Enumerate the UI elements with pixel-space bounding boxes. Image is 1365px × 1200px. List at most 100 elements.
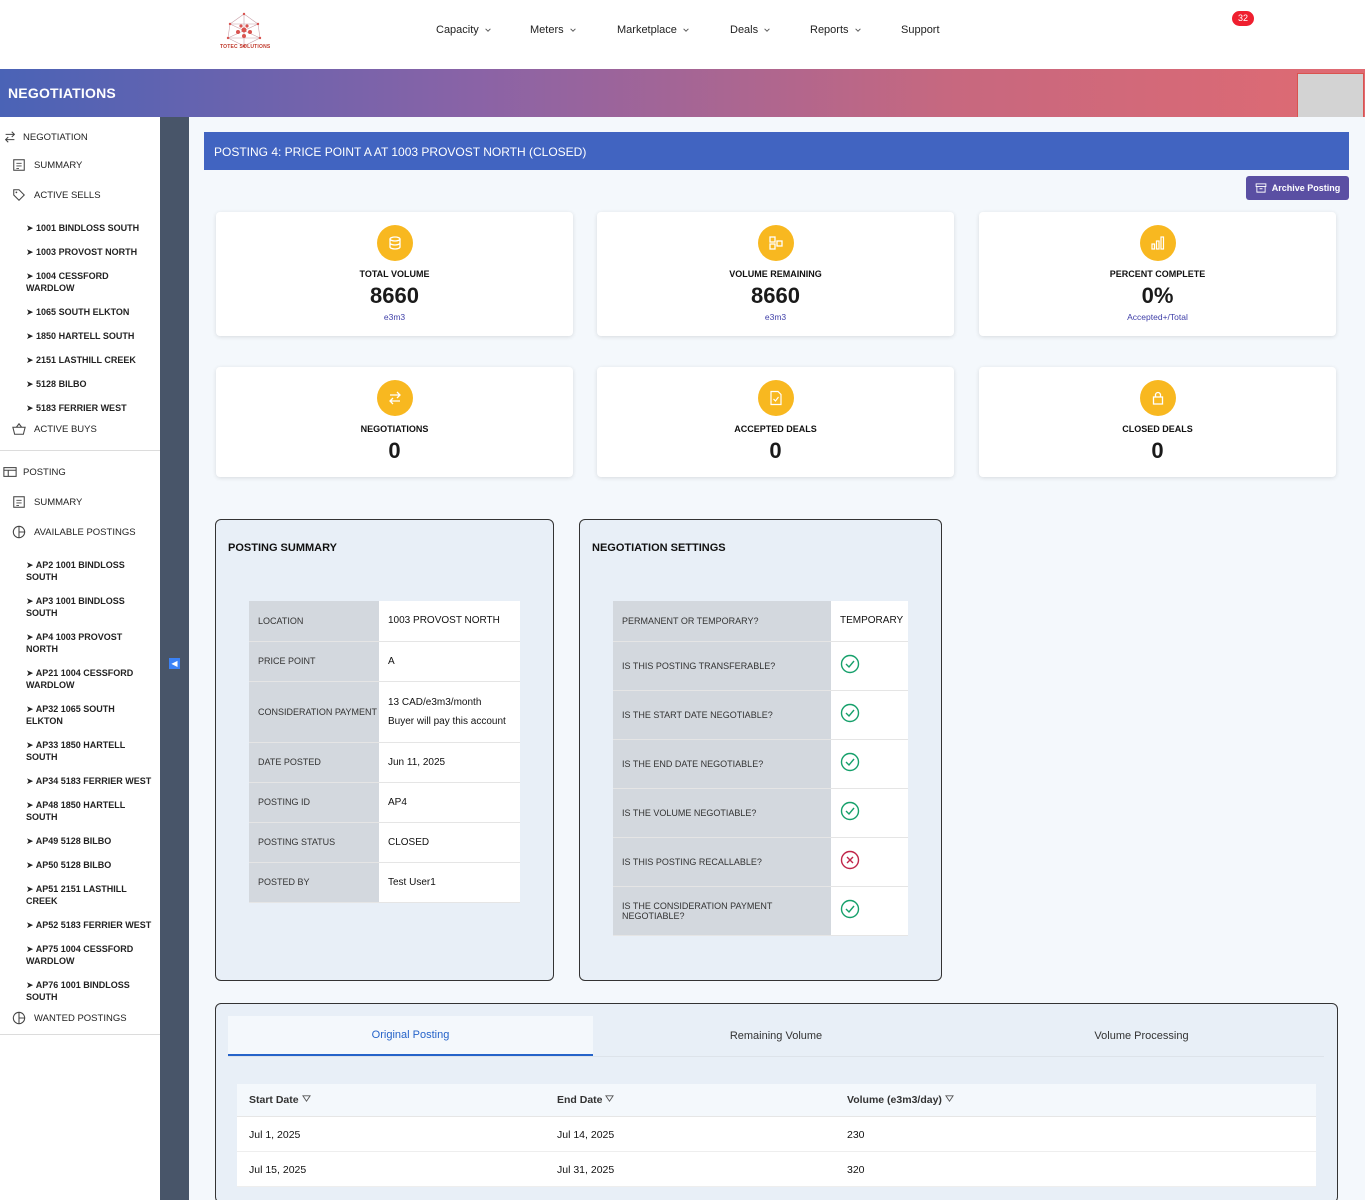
setting-row: IS THIS POSTING RECALLABLE? — [613, 837, 908, 887]
stat-label: CLOSED DEALS — [1122, 424, 1193, 434]
logo-text: TOTEC SOLUTIONS — [220, 44, 271, 50]
sidebar-item-available-posting[interactable]: ➤ AP2 1001 BINDLOSS SOUTH — [26, 559, 152, 583]
cell-end-date: Jul 14, 2025 — [557, 1129, 615, 1141]
collapse-sidebar-icon[interactable]: ◀ — [169, 658, 180, 669]
cell-start-date: Jul 15, 2025 — [249, 1164, 307, 1176]
cell-volume: 320 — [847, 1164, 865, 1176]
sidebar-active-buys[interactable]: ACTIVE BUYS — [12, 422, 97, 436]
summary-value: Jun 11, 2025 — [379, 742, 520, 783]
stat-label: ACCEPTED DEALS — [734, 424, 817, 434]
logout-icon[interactable] — [1263, 12, 1285, 34]
summary-row: DATE POSTED Jun 11, 2025 — [249, 742, 520, 783]
column-header-volume[interactable]: Volume (e3m3/day) — [847, 1094, 954, 1106]
summary-value: 1003 PROVOST NORTH — [379, 601, 520, 642]
nav-label: Capacity — [436, 24, 479, 36]
archive-posting-button[interactable]: Archive Posting — [1246, 176, 1349, 200]
sidebar-item-available-posting[interactable]: ➤ AP51 2151 LASTHILL CREEK — [26, 883, 152, 907]
summary-row: LOCATION 1003 PROVOST NORTH — [249, 601, 520, 642]
sidebar-item-active-sell[interactable]: ➤ 5183 FERRIER WEST — [26, 402, 152, 414]
stat-value: 0 — [388, 438, 401, 463]
sidebar-available-postings[interactable]: AVAILABLE POSTINGS — [12, 525, 136, 539]
setting-key: IS THE END DATE NEGOTIABLE? — [613, 739, 831, 789]
notification-count-badge: 32 — [1232, 11, 1255, 26]
sidebar-item-available-posting[interactable]: ➤ AP34 5183 FERRIER WEST — [26, 775, 152, 787]
sidebar-posting-summary[interactable]: SUMMARY — [12, 495, 82, 509]
summary-row: CONSIDERATION PAYMENT 13 CAD/e3m3/month Bu… — [249, 681, 520, 743]
sidebar-item-active-sell[interactable]: ➤ 1003 PROVOST NORTH — [26, 246, 152, 258]
stat-closed-deals: CLOSED DEALS 0 — [979, 367, 1336, 477]
chevron-down-icon — [764, 28, 770, 32]
sidebar-item-available-posting[interactable]: ➤ AP32 1065 SOUTH ELKTON — [26, 703, 152, 727]
pie-chart-icon — [12, 525, 26, 539]
summary-row: POSTED BY Test User1 — [249, 862, 520, 903]
check-circle-icon — [840, 752, 860, 772]
column-header-start-date[interactable]: Start Date — [249, 1094, 311, 1106]
sidebar-active-sells[interactable]: ACTIVE SELLS — [12, 188, 101, 202]
sidebar-item-available-posting[interactable]: ➤ AP21 1004 CESSFORD WARDLOW — [26, 667, 152, 691]
nav-capacity[interactable]: Capacity — [436, 24, 492, 36]
panel-title: NEGOTIATION SETTINGS — [592, 542, 726, 554]
posting-summary-table: LOCATION 1003 PROVOST NORTH PRICE POINT A … — [249, 601, 520, 903]
nav-label: Support — [901, 24, 940, 36]
sidebar-item-available-posting[interactable]: ➤ AP76 1001 BINDLOSS SOUTH — [26, 979, 152, 1003]
table-row[interactable]: Jul 15, 2025 Jul 31, 2025 320 — [237, 1152, 1316, 1187]
sidebar-item-available-posting[interactable]: ➤ AP49 5128 BILBO — [26, 835, 152, 847]
tab-original-posting[interactable]: Original Posting — [228, 1016, 593, 1056]
table-row[interactable]: Jul 1, 2025 Jul 14, 2025 230 — [237, 1117, 1316, 1152]
sidebar-item-available-posting[interactable]: ➤ AP4 1003 PROVOST NORTH — [26, 631, 152, 655]
setting-row: IS THE VOLUME NEGOTIABLE? — [613, 788, 908, 838]
summary-key: POSTING ID — [249, 782, 379, 823]
sidebar-item-available-posting[interactable]: ➤ AP75 1004 CESSFORD WARDLOW — [26, 943, 152, 967]
setting-value: TEMPORARY — [831, 601, 908, 642]
sidebar-label: SUMMARY — [34, 159, 83, 171]
summary-icon — [13, 159, 25, 171]
basket-icon — [12, 422, 26, 435]
setting-key: IS THIS POSTING RECALLABLE? — [613, 837, 831, 887]
nav-meters[interactable]: Meters — [530, 24, 577, 36]
setting-value-cell — [831, 886, 908, 936]
summary-value: Test User1 — [379, 862, 520, 903]
bar-chart-icon — [1150, 236, 1164, 250]
sidebar-negotiation[interactable]: NEGOTIATION — [3, 130, 88, 144]
sidebar-item-active-sell[interactable]: ➤ 1004 CESSFORD WARDLOW — [26, 270, 152, 294]
sidebar-item-active-sell[interactable]: ➤ 1850 HARTELL SOUTH — [26, 330, 152, 342]
nav-deals[interactable]: Deals — [730, 24, 771, 36]
sidebar-item-active-sell[interactable]: ➤ 2151 LASTHILL CREEK — [26, 354, 152, 366]
cell-start-date: Jul 1, 2025 — [249, 1129, 301, 1141]
sidebar-item-active-sell[interactable]: ➤ 1065 SOUTH ELKTON — [26, 306, 152, 318]
user-avatar[interactable] — [1297, 73, 1364, 119]
sidebar-item-available-posting[interactable]: ➤ AP50 5128 BILBO — [26, 859, 152, 871]
stat-label: NEGOTIATIONS — [360, 424, 429, 434]
sidebar-item-active-sell[interactable]: ➤ 1001 BINDLOSS SOUTH — [26, 222, 152, 234]
stat-unit: Accepted+/Total — [1127, 312, 1188, 322]
tab-volume-processing[interactable]: Volume Processing — [959, 1016, 1324, 1056]
stat-icon-badge — [1139, 225, 1176, 261]
sidebar-item-available-posting[interactable]: ➤ AP48 1850 HARTELL SOUTH — [26, 799, 152, 823]
column-header-end-date[interactable]: End Date — [557, 1094, 615, 1106]
sidebar-item-available-posting[interactable]: ➤ AP52 5183 FERRIER WEST — [26, 919, 152, 931]
tab-remaining-volume[interactable]: Remaining Volume — [593, 1016, 959, 1056]
filter-icon — [605, 1095, 615, 1103]
chevron-down-icon — [485, 28, 491, 32]
nav-support[interactable]: Support — [901, 24, 940, 36]
swap-arrows-icon — [4, 131, 16, 143]
chevron-down-icon — [683, 28, 689, 32]
header-label: Start Date — [249, 1094, 299, 1106]
sidebar-posting[interactable]: POSTING — [3, 465, 66, 479]
stat-value: 0 — [769, 438, 782, 463]
summary-value: 13 CAD/e3m3/month — [388, 696, 482, 708]
nav-marketplace[interactable]: Marketplace — [617, 24, 690, 36]
sidebar-negotiation-summary[interactable]: SUMMARY — [12, 158, 82, 172]
setting-row: IS THIS POSTING TRANSFERABLE? — [613, 641, 908, 691]
sidebar-wanted-postings[interactable]: WANTED POSTINGS — [12, 1011, 127, 1025]
sidebar-item-available-posting[interactable]: ➤ AP33 1850 HARTELL SOUTH — [26, 739, 152, 763]
sidebar-item-available-posting[interactable]: ➤ AP3 1001 BINDLOSS SOUTH — [26, 595, 152, 619]
chevron-down-icon — [569, 28, 576, 32]
stat-value: 8660 — [370, 283, 419, 308]
stat-negotiations: NEGOTIATIONS 0 — [216, 367, 573, 477]
tab-divider — [228, 1056, 1324, 1057]
sidebar-item-active-sell[interactable]: ➤ 5128 BILBO — [26, 378, 152, 390]
filter-icon — [301, 1095, 311, 1103]
sidebar-label: POSTING — [23, 466, 66, 478]
nav-reports[interactable]: Reports — [810, 24, 862, 36]
